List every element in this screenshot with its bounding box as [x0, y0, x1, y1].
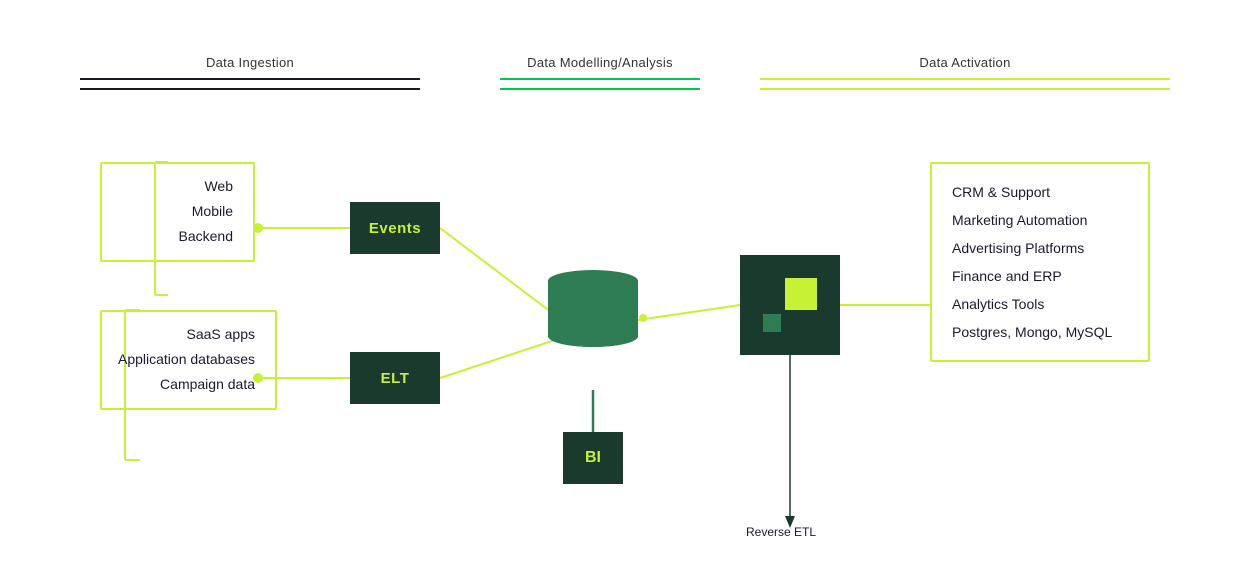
logo-inner [763, 278, 817, 332]
activation-marketing: Marketing Automation [952, 206, 1128, 234]
source-web: Web [118, 174, 237, 199]
activation-finance: Finance and ERP [952, 262, 1128, 290]
elt-box: ELT [350, 352, 440, 404]
source-app-db: Application databases [118, 347, 259, 372]
activation-box: CRM & Support Marketing Automation Adver… [930, 162, 1150, 362]
ingestion-label: Data Ingestion [206, 55, 294, 70]
modelling-label: Data Modelling/Analysis [527, 55, 673, 70]
events-box: Events [350, 202, 440, 254]
source-group-bottom: SaaS apps Application databases Campaign… [100, 310, 277, 410]
logo-square-big [785, 278, 817, 310]
source-campaign: Campaign data [118, 372, 259, 397]
source-backend: Backend [118, 224, 237, 249]
database-cylinder [548, 270, 638, 347]
activation-crm: CRM & Support [952, 178, 1128, 206]
diagram-container: Data Ingestion Data Modelling/Analysis D… [0, 0, 1245, 588]
activation-advertising: Advertising Platforms [952, 234, 1128, 262]
activation-analytics: Analytics Tools [952, 290, 1128, 318]
central-logo-box [740, 255, 840, 355]
reverse-etl-label: Reverse ETL [746, 525, 816, 539]
section-header-activation: Data Activation [760, 55, 1170, 90]
source-mobile: Mobile [118, 199, 237, 224]
source-saas: SaaS apps [118, 322, 259, 347]
section-header-modelling: Data Modelling/Analysis [500, 55, 700, 90]
logo-square-small [763, 314, 781, 332]
section-header-ingestion: Data Ingestion [80, 55, 420, 90]
source-group-top: Web Mobile Backend [100, 162, 255, 262]
activation-label: Data Activation [919, 55, 1010, 70]
bi-box: BI [563, 432, 623, 484]
activation-postgres: Postgres, Mongo, MySQL [952, 318, 1128, 346]
